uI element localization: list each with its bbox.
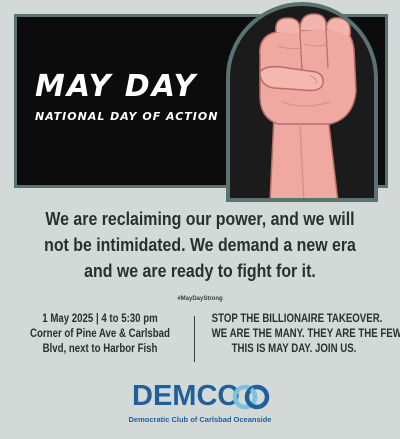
slogan-block: STOP THE BILLIONAIRE TAKEOVER. WE ARE TH… (211, 312, 400, 357)
banner-subtitle: NATIONAL DAY OF ACTION (35, 110, 219, 123)
hashtag: #MayDayStrong (177, 296, 223, 302)
event-details: 1 May 2025 | 4 to 5:30 pm Corner of Pine… (24, 312, 175, 357)
raised-fist-icon (259, 13, 357, 198)
logo-org-name: Democratic Club of Carlsbad Oceanside (128, 415, 272, 424)
slogan-line1: STOP THE BILLIONAIRE TAKEOVER. (211, 313, 383, 325)
slogan-line2: WE ARE THE MANY. THEY ARE THE FEW. (211, 328, 400, 340)
interlocking-rings-icon (232, 384, 270, 410)
event-date-time: 1 May 2025 | 4 to 5:30 pm (42, 313, 158, 325)
demco-logo: DEMCO Democratic Club of Carlsbad Oceans… (100, 380, 300, 430)
event-location-line2: Blvd, next to Harbor Fish (42, 343, 158, 355)
event-location-line1: Corner of Pine Ave & Carlsbad (30, 328, 170, 340)
banner-title: MAY DAY (35, 69, 198, 104)
slogan-line3: THIS IS MAY DAY. JOIN US. (231, 343, 357, 355)
column-divider (194, 316, 195, 362)
main-statement: We are reclaiming our power, and we will… (44, 208, 356, 281)
fist-arch (226, 2, 378, 202)
logo-wordmark: DEMCO (132, 380, 240, 412)
